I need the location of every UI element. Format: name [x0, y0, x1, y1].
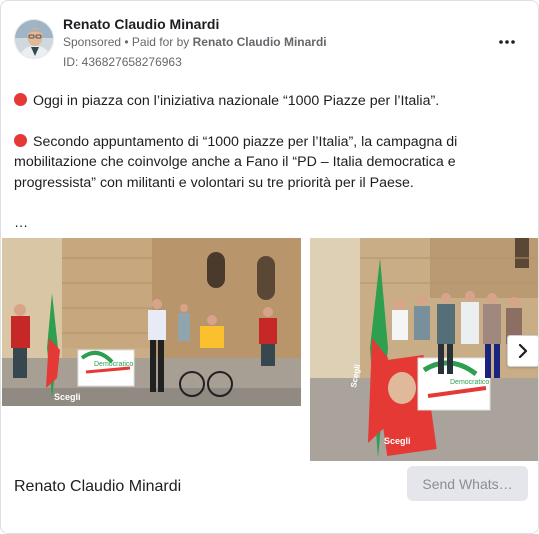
photo-piazza-1: Scegli Democratico	[2, 238, 301, 406]
author-avatar[interactable]	[14, 19, 54, 59]
banner-text: Scegli	[384, 436, 411, 446]
banner-text: Democratico	[450, 379, 489, 386]
banner-text: Scegli	[54, 392, 81, 402]
paid-for-name[interactable]: Renato Claudio Minardi	[193, 35, 327, 49]
post-paragraph-1: Oggi in piazza con l’iniziativa nazional…	[14, 91, 514, 112]
more-options-button[interactable]	[495, 31, 519, 53]
post-body: Oggi in piazza con l’iniziativa nazional…	[14, 91, 514, 234]
send-whatsapp-button[interactable]: Send Whats…	[407, 466, 528, 501]
post-line-2: Secondo appuntamento di “1000 piazze per…	[14, 133, 458, 191]
meta-separator: •	[121, 35, 132, 49]
ad-card: Renato Claudio Minardi Sponsored • Paid …	[0, 0, 539, 534]
ad-id: ID: 436827658276963	[63, 55, 182, 69]
post-paragraph-2: Secondo appuntamento di “1000 piazze per…	[14, 132, 514, 194]
sponsored-line: Sponsored • Paid for by Renato Claudio M…	[63, 35, 327, 49]
photo-piazza-2: Scegli Democratico Scegli	[310, 238, 538, 461]
author-name[interactable]: Renato Claudio Minardi	[63, 16, 219, 32]
red-circle-icon	[14, 133, 27, 147]
carousel-photo-2[interactable]: Scegli Democratico Scegli	[310, 238, 538, 461]
more-horizontal-icon	[499, 40, 515, 44]
post-line-1: Oggi in piazza con l’iniziativa nazional…	[33, 93, 440, 109]
banner-text: Democratico	[94, 361, 133, 368]
see-more-ellipsis[interactable]: …	[14, 213, 514, 234]
carousel-next-button[interactable]	[507, 335, 538, 367]
paid-for-prefix: Paid for by	[131, 35, 193, 49]
chevron-right-icon	[518, 344, 528, 358]
red-circle-icon	[14, 93, 27, 106]
avatar-photo	[15, 20, 53, 58]
sponsored-label: Sponsored	[63, 35, 122, 49]
footer-page-name[interactable]: Renato Claudio Minardi	[14, 478, 181, 496]
carousel-photo-1[interactable]: Scegli Democratico	[2, 238, 301, 406]
